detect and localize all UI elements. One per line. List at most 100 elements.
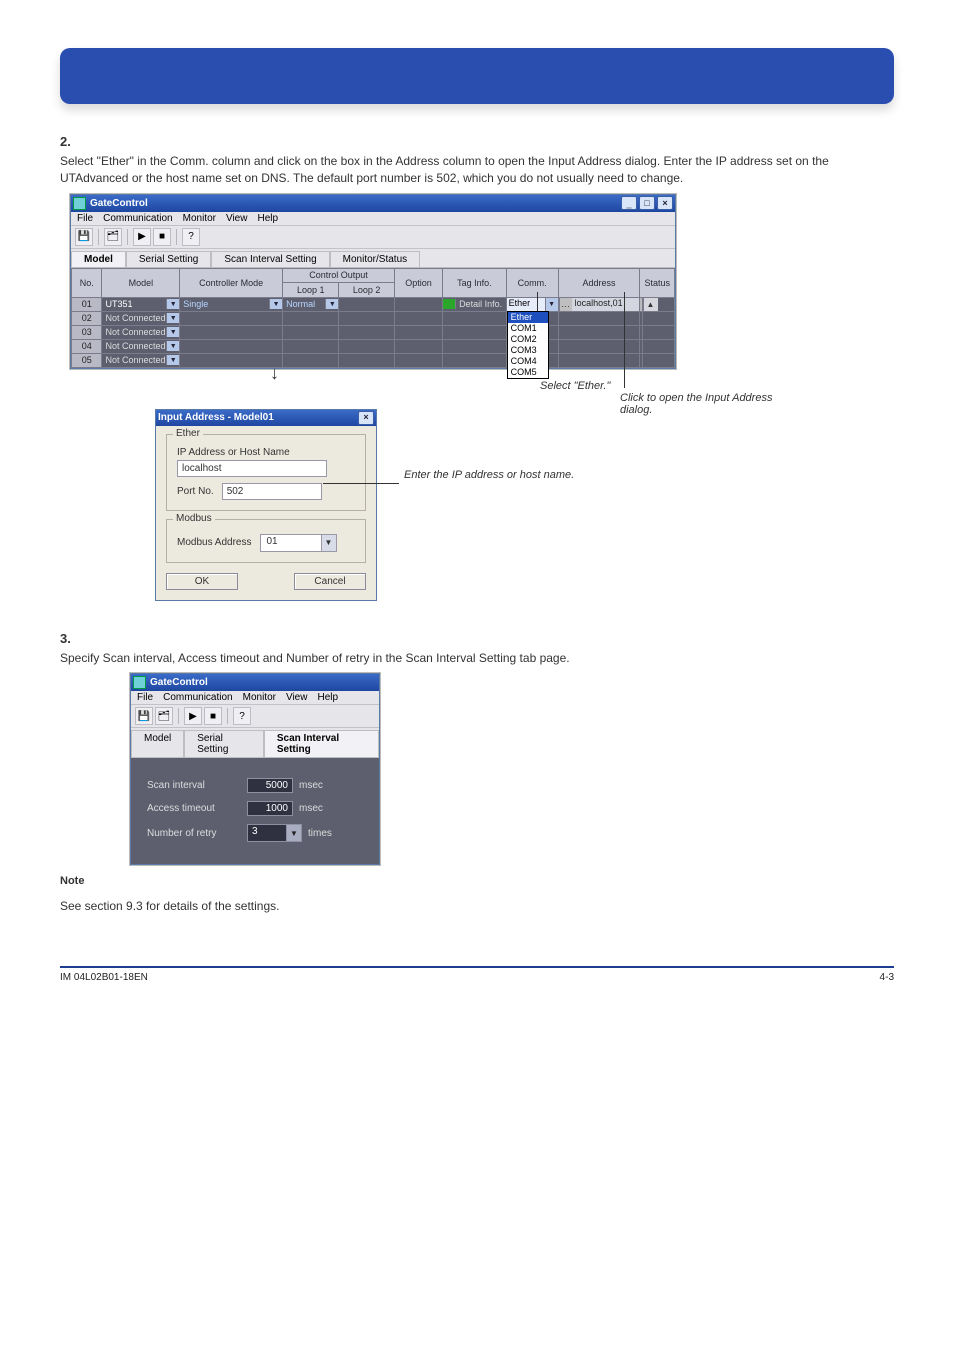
tab-model[interactable]: Model [131, 730, 184, 757]
tab-scan-interval-setting[interactable]: Scan Interval Setting [264, 730, 379, 757]
note-text: See section 9.3 for details of the setti… [60, 898, 894, 915]
help-icon[interactable]: ? [233, 707, 251, 725]
comm-option-com2[interactable]: COM2 [508, 334, 548, 345]
ok-button[interactable]: OK [166, 573, 238, 590]
mode-cell[interactable]: Single▼ [180, 297, 283, 311]
comm-cell[interactable]: Ether ▼ Ether COM1 COM2 COM3 COM4 COM5 [506, 297, 558, 311]
toolbar: 💾 🗂 ▶ ■ ? [71, 226, 675, 249]
modbus-label: Modbus Address [177, 537, 252, 548]
run-icon[interactable]: ▶ [133, 228, 151, 246]
menu-file[interactable]: File [77, 213, 93, 224]
tab-model[interactable]: Model [71, 251, 126, 267]
scan-interval-window: GateControl File Communication Monitor V… [130, 673, 380, 865]
menu-view[interactable]: View [286, 692, 308, 703]
cancel-button[interactable]: Cancel [294, 573, 366, 590]
col-address: Address [558, 268, 640, 297]
chevron-down-icon[interactable]: ▼ [325, 299, 338, 309]
run-icon[interactable]: ▶ [184, 707, 202, 725]
window-title: GateControl [90, 198, 148, 209]
close-button[interactable]: × [657, 196, 673, 210]
open-icon[interactable]: 🗂 [104, 228, 122, 246]
step-text-2: Select "Ether" in the Comm. column and c… [60, 153, 894, 188]
chevron-down-icon[interactable]: ▼ [269, 299, 282, 309]
chevron-down-icon[interactable]: ▼ [545, 298, 558, 311]
access-timeout-input[interactable]: 1000 [247, 801, 293, 816]
table-row: 03 Not Connected▼ [72, 325, 675, 339]
footer-right: 4-3 [880, 972, 894, 983]
address-cell[interactable]: …localhost,01 [558, 297, 640, 311]
menu-monitor[interactable]: Monitor [183, 213, 216, 224]
chevron-down-icon[interactable]: ▼ [166, 355, 179, 365]
comm-option-ether[interactable]: Ether [508, 312, 548, 323]
scan-interval-input[interactable]: 5000 [247, 778, 293, 793]
comm-dropdown-list[interactable]: Ether COM1 COM2 COM3 COM4 COM5 [507, 311, 549, 379]
toolbar: 💾 🗂 ▶ ■ ? [131, 705, 379, 728]
menu-communication[interactable]: Communication [103, 213, 172, 224]
footer-left: IM 04L02B01-18EN [60, 972, 148, 983]
port-label: Port No. [177, 486, 214, 497]
chevron-down-icon[interactable]: ▼ [166, 299, 179, 309]
chevron-down-icon[interactable]: ▼ [321, 535, 336, 551]
app-icon [133, 676, 146, 689]
comm-option-com1[interactable]: COM1 [508, 323, 548, 334]
ellipsis-icon[interactable]: … [559, 298, 572, 311]
menu-help[interactable]: Help [317, 692, 338, 703]
access-timeout-label: Access timeout [147, 803, 247, 814]
dialog-title-bar: Input Address - Model01 × [156, 410, 376, 426]
stop-icon[interactable]: ■ [153, 228, 171, 246]
comm-option-com4[interactable]: COM4 [508, 356, 548, 367]
ip-input[interactable]: localhost [177, 460, 327, 477]
maximize-button[interactable]: □ [639, 196, 655, 210]
tab-row: Model Serial Setting Scan Interval Setti… [131, 728, 379, 758]
open-icon[interactable]: 🗂 [155, 707, 173, 725]
scroll-up-button[interactable]: ▲ [642, 297, 675, 311]
tab-serial-setting[interactable]: Serial Setting [126, 251, 211, 267]
port-input[interactable]: 502 [222, 483, 322, 500]
col-loop2: Loop 2 [339, 282, 395, 297]
tab-monitor-status[interactable]: Monitor/Status [330, 251, 420, 267]
scan-interval-label: Scan interval [147, 780, 247, 791]
col-loop1: Loop 1 [283, 282, 339, 297]
dialog-title: Input Address - Model01 [158, 412, 274, 423]
retry-select[interactable]: 3 ▼ [247, 824, 302, 842]
model-grid: No. Model Controller Mode Control Output… [71, 268, 675, 368]
minimize-button[interactable]: ‗ [621, 196, 637, 210]
chevron-down-icon[interactable]: ▼ [166, 341, 179, 351]
save-icon[interactable]: 💾 [135, 707, 153, 725]
tab-scan-interval-setting[interactable]: Scan Interval Setting [211, 251, 329, 267]
chevron-down-icon[interactable]: ▼ [166, 327, 179, 337]
comm-option-com5[interactable]: COM5 [508, 367, 548, 378]
save-icon[interactable]: 💾 [75, 228, 93, 246]
col-controller-mode: Controller Mode [180, 268, 283, 297]
menu-communication[interactable]: Communication [163, 692, 232, 703]
status-square-icon [443, 299, 456, 309]
chevron-down-icon[interactable]: ▼ [166, 313, 179, 323]
loop2-cell [339, 297, 395, 311]
note-heading: Note [60, 875, 894, 887]
menu-monitor[interactable]: Monitor [243, 692, 276, 703]
loop1-cell[interactable]: Normal▼ [283, 297, 339, 311]
callout-line [323, 483, 399, 484]
comm-option-com3[interactable]: COM3 [508, 345, 548, 356]
menu-file[interactable]: File [137, 692, 153, 703]
close-icon[interactable]: × [358, 411, 374, 425]
model-cell[interactable]: UT351▼ [102, 297, 180, 311]
table-row: 01 UT351▼ Single▼ Normal▼ Detail Info. [72, 297, 675, 311]
gatecontrol-window: GateControl ‗ □ × File Communication Mon… [70, 194, 676, 369]
ether-legend: Ether [173, 428, 203, 439]
chevron-down-icon[interactable]: ▼ [286, 825, 301, 841]
taginfo-cell[interactable]: Detail Info. [443, 297, 507, 311]
unit-times: times [308, 828, 332, 839]
tab-serial-setting[interactable]: Serial Setting [184, 730, 264, 757]
ip-label: IP Address or Host Name [177, 447, 355, 458]
help-icon[interactable]: ? [182, 228, 200, 246]
menu-help[interactable]: Help [257, 213, 278, 224]
table-row: 05 Not Connected▼ [72, 353, 675, 367]
menu-view[interactable]: View [226, 213, 248, 224]
unit-msec: msec [299, 780, 323, 791]
table-row: 04 Not Connected▼ [72, 339, 675, 353]
modbus-select[interactable]: 01 ▼ [260, 534, 337, 552]
stop-icon[interactable]: ■ [204, 707, 222, 725]
tab-row: Model Serial Setting Scan Interval Setti… [71, 249, 675, 268]
modbus-legend: Modbus [173, 513, 215, 524]
